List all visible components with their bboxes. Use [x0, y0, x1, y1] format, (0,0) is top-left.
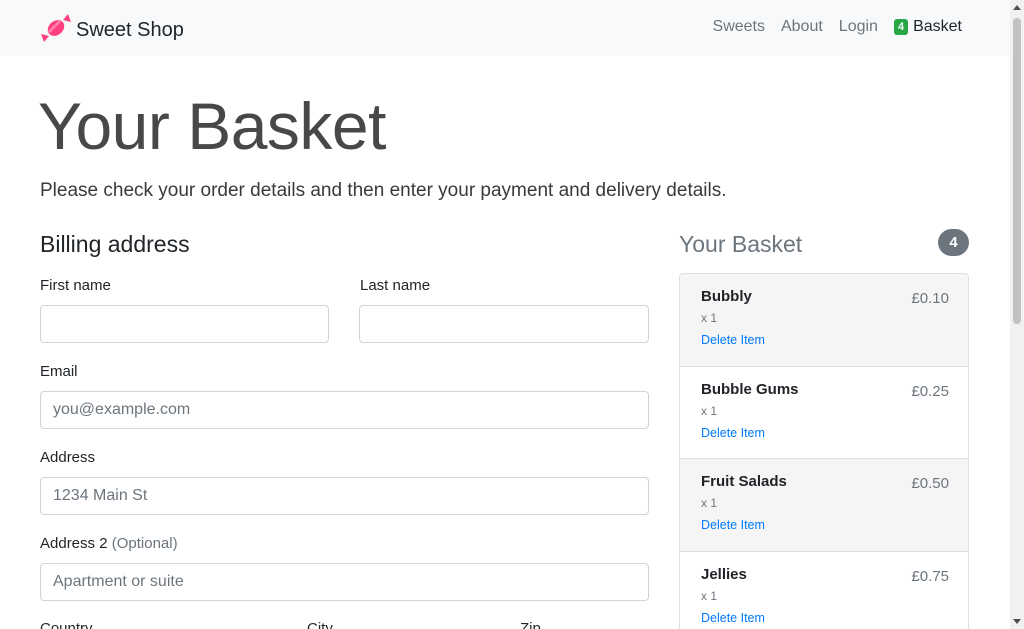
item-price: £0.50	[911, 475, 949, 492]
first-name-input[interactable]	[40, 305, 329, 343]
item-price: £0.25	[911, 382, 949, 400]
scroll-down-arrow-icon[interactable]	[1013, 619, 1021, 624]
item-name: Bubbly	[701, 288, 752, 305]
page-title: Your Basket	[38, 89, 386, 163]
last-name-label: Last name	[360, 277, 431, 294]
item-name: Bubble Gums	[701, 380, 799, 398]
item-quantity: x 1	[701, 588, 718, 603]
brand-link[interactable]: Sweet Shop	[40, 12, 184, 49]
basket-heading: Your Basket	[679, 231, 803, 257]
address-input[interactable]	[40, 477, 649, 515]
basket-list: Bubbly x 1 Delete Item £0.10 Bubble Gums…	[679, 273, 969, 629]
address2-label-text: Address 2	[40, 535, 108, 552]
basket-item: Bubble Gums x 1 Delete Item £0.25	[680, 367, 968, 459]
brand-name: Sweet Shop	[76, 19, 184, 41]
nav-sweets-link[interactable]: Sweets	[713, 18, 765, 36]
scroll-up-arrow-icon[interactable]	[1013, 5, 1021, 10]
email-input[interactable]	[40, 391, 649, 429]
basket-item: Jellies x 1 Delete Item £0.75	[680, 552, 968, 629]
email-label: Email	[40, 363, 78, 380]
delete-item-link[interactable]: Delete Item	[701, 518, 947, 532]
nav-basket-link[interactable]: 4 Basket	[893, 18, 962, 36]
item-price: £0.75	[911, 567, 949, 585]
scrollbar[interactable]	[1010, 0, 1024, 629]
address2-label: Address 2 (Optional)	[40, 535, 178, 552]
billing-heading: Billing address	[40, 231, 190, 257]
item-name: Fruit Salads	[701, 473, 787, 490]
nav-login-link[interactable]: Login	[839, 18, 878, 36]
zip-label: Zip	[520, 620, 541, 629]
scroll-thumb[interactable]	[1013, 18, 1021, 324]
city-label: City	[307, 620, 333, 629]
item-quantity: x 1	[701, 403, 718, 418]
basket-count-pill: 4	[938, 229, 969, 256]
navbar: Sweet Shop Sweets About Login 4 Basket	[0, 0, 1010, 56]
candy-icon	[40, 12, 72, 49]
nav-links: Sweets About Login 4 Basket	[697, 18, 962, 36]
item-price: £0.10	[911, 290, 949, 307]
delete-item-link[interactable]: Delete Item	[701, 426, 947, 440]
basket-link-label: Basket	[913, 18, 962, 35]
address2-input[interactable]	[40, 563, 649, 601]
delete-item-link[interactable]: Delete Item	[701, 333, 947, 347]
basket-item: Fruit Salads x 1 Delete Item £0.50	[680, 459, 968, 552]
address-label: Address	[40, 449, 96, 466]
first-name-label: First name	[40, 277, 111, 294]
item-quantity: x 1	[701, 311, 718, 325]
country-label: Country	[40, 620, 93, 629]
basket-item: Bubbly x 1 Delete Item £0.10	[680, 274, 968, 367]
item-name: Jellies	[701, 565, 747, 583]
address2-optional-text: (Optional)	[111, 535, 178, 552]
item-quantity: x 1	[701, 496, 718, 510]
delete-item-link[interactable]: Delete Item	[701, 611, 947, 625]
last-name-input[interactable]	[359, 305, 649, 343]
nav-about-link[interactable]: About	[781, 18, 823, 36]
basket-count-badge: 4	[893, 19, 909, 35]
page-lead: Please check your order details and then…	[40, 180, 727, 201]
